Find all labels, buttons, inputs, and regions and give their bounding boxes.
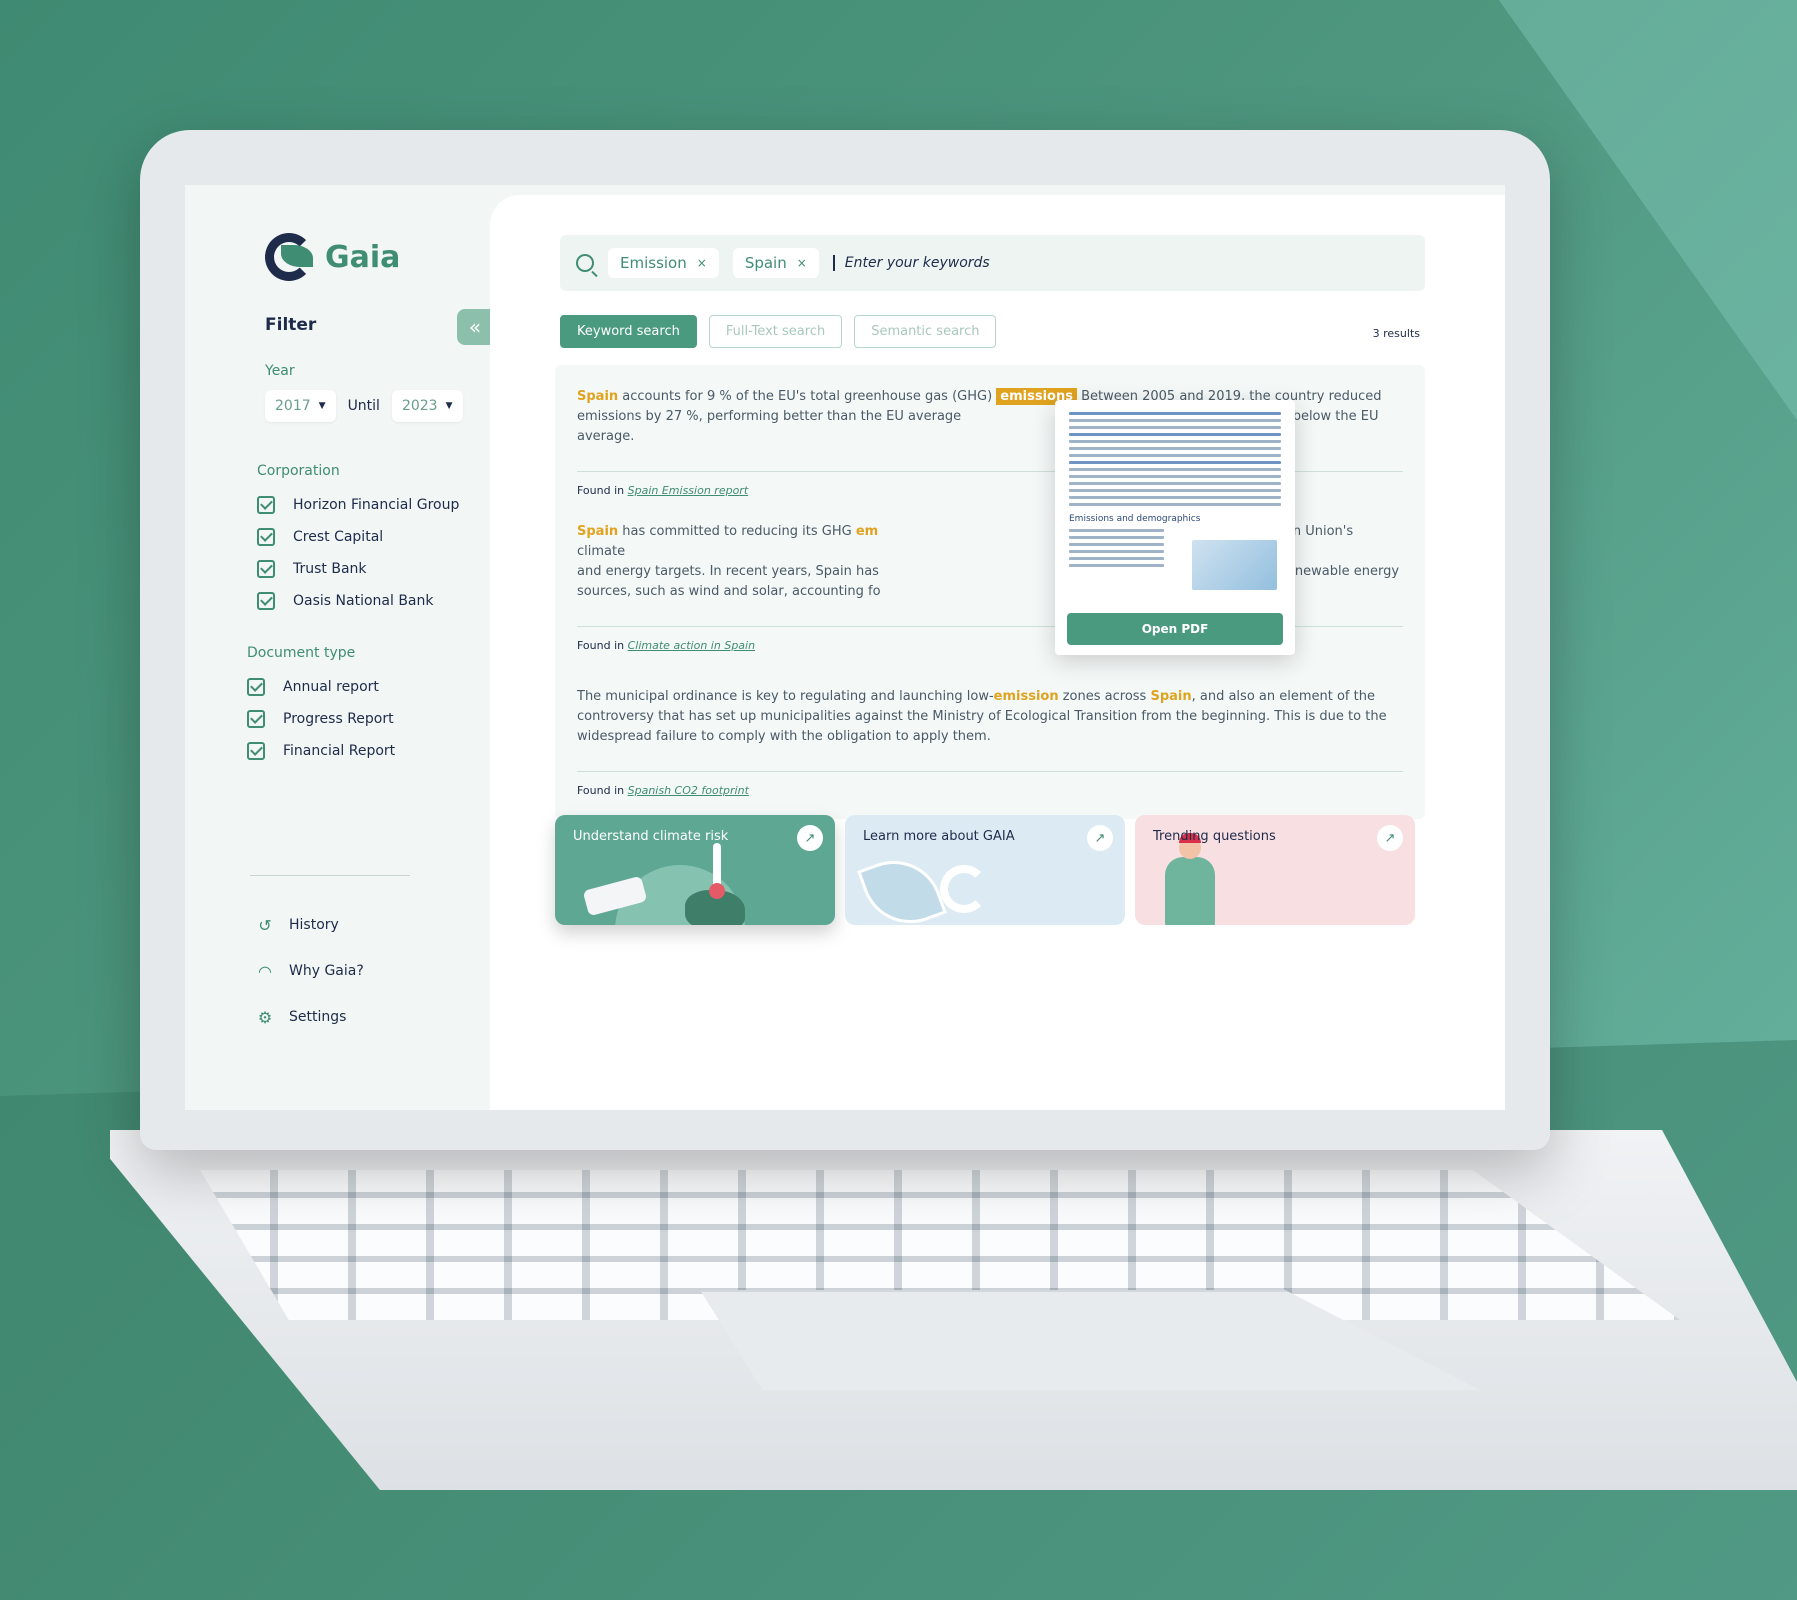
result-snippet: The municipal ordinance is key to regula… — [577, 689, 1387, 744]
person-illustration — [1165, 857, 1215, 925]
year-range: 2017 ▼ Until 2023 ▼ — [265, 390, 463, 422]
open-pdf-button[interactable]: Open PDF — [1067, 613, 1283, 645]
brand-name: Gaia — [325, 239, 401, 275]
checkbox-checked-icon — [257, 560, 275, 578]
search-input[interactable] — [832, 255, 1233, 271]
sidebar-divider — [250, 875, 410, 876]
nav-history[interactable]: ↺ History — [255, 915, 364, 935]
document-type-list: Annual report Progress Report Financial … — [247, 677, 395, 761]
sidebar-nav: ↺ History ◠ Why Gaia? ⚙ Settings — [255, 915, 364, 1027]
tab-keyword-search[interactable]: Keyword search — [560, 315, 697, 348]
promo-card-climate-risk[interactable]: Understand climate risk ↗ — [555, 815, 835, 925]
corporation-list: Horizon Financial Group Crest Capital Tr… — [257, 495, 459, 611]
double-chevron-left-icon: « — [468, 315, 482, 339]
pdf-heading: Emissions and demographics — [1069, 514, 1201, 524]
corporation-checkbox[interactable]: Trust Bank — [257, 559, 459, 579]
search-bar: Emission × Spain × — [560, 235, 1425, 291]
document-type-checkbox[interactable]: Financial Report — [247, 741, 395, 761]
search-icon — [576, 254, 594, 272]
caret-down-icon: ▼ — [445, 401, 453, 411]
sidebar: Gaia Filter « Year 2017 ▼ Until 2023 ▼ C… — [185, 185, 493, 1110]
nav-why-gaia[interactable]: ◠ Why Gaia? — [255, 961, 364, 981]
tab-fulltext-search[interactable]: Full-Text search — [708, 315, 843, 348]
source-link[interactable]: Spanish CO2 footprint — [628, 784, 749, 797]
leaf-icon: ◠ — [258, 961, 272, 981]
search-chip-emission[interactable]: Emission × — [608, 248, 719, 278]
search-mode-tabs: Keyword search Full-Text search Semantic… — [560, 315, 997, 348]
collapse-sidebar-button[interactable]: « — [457, 309, 493, 345]
search-chip-spain[interactable]: Spain × — [732, 248, 819, 278]
checkbox-checked-icon — [257, 528, 275, 546]
thermometer-illustration — [709, 843, 725, 899]
pdf-map-figure — [1192, 540, 1277, 590]
arrow-up-right-icon[interactable]: ↗ — [797, 825, 823, 851]
app-screen: Gaia Filter « Year 2017 ▼ Until 2023 ▼ C… — [185, 185, 1505, 1110]
year-from-select[interactable]: 2017 ▼ — [265, 390, 336, 422]
document-type-checkbox[interactable]: Annual report — [247, 677, 395, 697]
filter-title: Filter — [265, 315, 317, 335]
arrow-up-right-icon[interactable]: ↗ — [1377, 825, 1403, 851]
results-count: 3 results — [1372, 327, 1420, 340]
result-divider — [577, 771, 1403, 772]
source-link[interactable]: Climate action in Spain — [628, 639, 755, 652]
pdf-preview-popup: Emissions and demographics Open PDF — [1055, 400, 1295, 655]
close-icon[interactable]: × — [697, 256, 707, 270]
close-icon[interactable]: × — [797, 256, 807, 270]
corporation-checkbox[interactable]: Crest Capital — [257, 527, 459, 547]
document-type-label: Document type — [247, 645, 356, 661]
main-panel: Emission × Spain × Keyword search Full-T… — [490, 195, 1505, 1110]
gear-icon: ⚙ — [257, 1007, 273, 1027]
promo-card-learn-gaia[interactable]: Learn more about GAIA ↗ — [845, 815, 1125, 925]
checkbox-checked-icon — [247, 742, 265, 760]
gaia-mark-illustration — [940, 865, 988, 913]
year-to-select[interactable]: 2023 ▼ — [391, 390, 463, 422]
source-link[interactable]: Spain Emission report — [628, 484, 749, 497]
document-type-checkbox[interactable]: Progress Report — [247, 709, 395, 729]
logo: Gaia — [265, 233, 400, 281]
tab-semantic-search[interactable]: Semantic search — [854, 315, 997, 348]
until-label: Until — [347, 398, 380, 414]
checkbox-checked-icon — [257, 592, 275, 610]
checkbox-checked-icon — [247, 710, 265, 728]
checkbox-checked-icon — [257, 496, 275, 514]
corporation-label: Corporation — [257, 463, 340, 479]
nav-settings[interactable]: ⚙ Settings — [255, 1007, 364, 1027]
gaia-logo-icon — [265, 233, 313, 281]
year-label: Year — [265, 363, 295, 379]
result-source: Found in Spanish CO2 footprint — [577, 784, 749, 797]
result-card[interactable]: The municipal ordinance is key to regula… — [555, 665, 1425, 819]
history-icon: ↺ — [258, 915, 272, 935]
caret-down-icon: ▼ — [318, 401, 326, 411]
checkbox-checked-icon — [247, 678, 265, 696]
corporation-checkbox[interactable]: Oasis National Bank — [257, 591, 459, 611]
leaf-illustration — [857, 847, 947, 925]
corporation-checkbox[interactable]: Horizon Financial Group — [257, 495, 459, 515]
promo-card-trending[interactable]: Trending questions ↗ — [1135, 815, 1415, 925]
arrow-up-right-icon[interactable]: ↗ — [1087, 825, 1113, 851]
